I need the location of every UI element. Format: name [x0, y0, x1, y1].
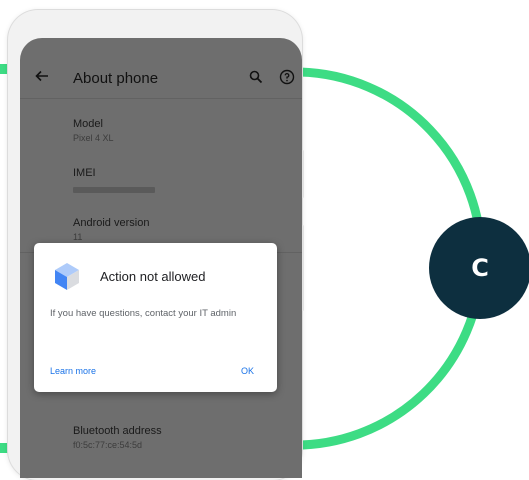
app-bar: About phone — [20, 38, 302, 96]
help-circle-icon[interactable] — [279, 69, 295, 85]
settings-item-android-version[interactable]: Android version 11 — [73, 217, 149, 243]
step-badge: C — [429, 217, 529, 319]
imei-value-redacted — [73, 187, 155, 193]
learn-more-link[interactable]: Learn more — [50, 366, 96, 376]
bluetooth-address-label: Bluetooth address — [73, 425, 162, 437]
android-version-value: 11 — [73, 232, 83, 242]
step-letter: C — [471, 254, 489, 282]
action-not-allowed-dialog: Action not allowed If you have questions… — [34, 243, 277, 392]
dialog-title: Action not allowed — [100, 269, 206, 284]
model-value: Pixel 4 XL — [73, 133, 114, 143]
device-policy-icon — [55, 263, 79, 290]
page-title: About phone — [73, 70, 159, 87]
settings-item-model[interactable]: Model Pixel 4 XL — [73, 118, 114, 144]
imei-label: IMEI — [73, 167, 96, 179]
dialog-message: If you have questions, contact your IT a… — [50, 308, 237, 319]
bluetooth-address-value: f0:5c:77:ce:54:5d — [73, 440, 143, 450]
model-label: Model — [73, 118, 103, 130]
settings-item-bluetooth-address[interactable]: Bluetooth address f0:5c:77:ce:54:5d — [73, 425, 162, 451]
settings-item-imei[interactable]: IMEI — [73, 167, 155, 198]
app-bar-divider — [20, 98, 302, 99]
search-icon[interactable] — [249, 70, 263, 84]
android-version-label: Android version — [73, 217, 150, 229]
arrow-left-icon[interactable] — [34, 68, 50, 84]
ok-button[interactable]: OK — [241, 366, 254, 376]
